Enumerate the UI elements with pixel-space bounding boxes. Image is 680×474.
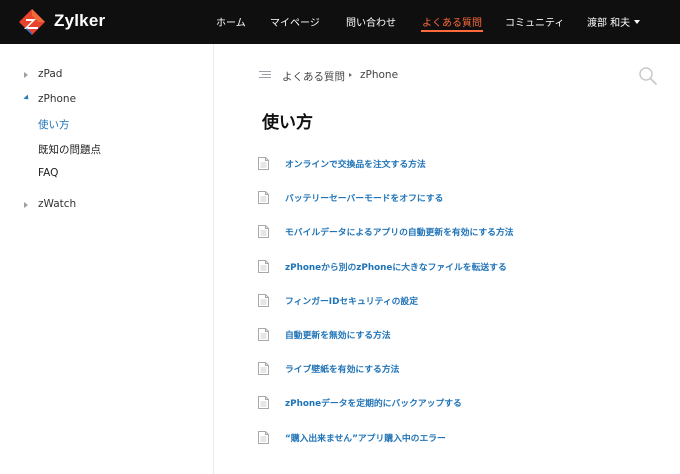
zylker-logo-icon[interactable]: [18, 8, 46, 36]
document-icon: [258, 260, 269, 273]
caret-down-icon: [634, 20, 641, 24]
article-item[interactable]: モバイルデータによるアプリの自動更新を有効にする方法: [258, 224, 658, 240]
document-icon: [258, 294, 269, 307]
breadcrumb-root[interactable]: よくある質問: [282, 69, 345, 84]
breadcrumb-separator-icon: [349, 73, 352, 77]
category-sidebar: [0, 44, 214, 474]
sidebar-subitem-usage[interactable]: 使い方: [38, 117, 70, 132]
article-item[interactable]: ライブ壁紙を有効にする方法: [258, 361, 658, 377]
sidebar-category-zphone[interactable]: zPhone: [38, 93, 76, 105]
article-item[interactable]: オンラインで交換品を注文する方法: [258, 156, 658, 172]
sidebar-subitem-faq[interactable]: FAQ: [38, 167, 58, 179]
article-item[interactable]: フィンガーIDセキュリティの設定: [258, 293, 658, 309]
nav-home[interactable]: ホーム: [216, 14, 246, 29]
nav-contact[interactable]: 問い合わせ: [346, 14, 396, 29]
article-link[interactable]: zPhoneから別のzPhoneに大きなファイルを転送する: [285, 260, 507, 273]
article-link[interactable]: 自動更新を無効にする方法: [285, 328, 391, 341]
document-icon: [258, 191, 269, 204]
list-icon: [259, 71, 271, 79]
article-item[interactable]: “購入出来ません”アプリ購入中のエラー: [258, 430, 658, 446]
article-item[interactable]: 自動更新を無効にする方法: [258, 327, 658, 343]
user-name: 渡部 和夫: [587, 18, 631, 29]
document-icon: [258, 396, 269, 409]
document-icon: [258, 225, 269, 238]
article-link[interactable]: フィンガーIDセキュリティの設定: [285, 294, 418, 307]
breadcrumb-current[interactable]: zPhone: [360, 69, 398, 81]
search-icon[interactable]: [638, 66, 658, 86]
chevron-right-icon[interactable]: [24, 72, 28, 78]
article-link[interactable]: ライブ壁紙を有効にする方法: [285, 362, 399, 375]
document-icon: [258, 157, 269, 170]
document-icon: [258, 328, 269, 341]
chevron-right-icon[interactable]: [24, 202, 28, 208]
article-link[interactable]: オンラインで交換品を注文する方法: [285, 157, 426, 170]
nav-community[interactable]: コミュニティ: [505, 14, 564, 29]
top-navigation-bar: Zylker ホーム マイページ 問い合わせ よくある質問 コミュニティ 渡部 …: [0, 0, 680, 44]
article-item[interactable]: zPhoneから別のzPhoneに大きなファイルを転送する: [258, 259, 658, 275]
article-link[interactable]: zPhoneデータを定期的にバックアップする: [285, 396, 462, 409]
sidebar-category-zwatch[interactable]: zWatch: [38, 198, 76, 210]
nav-faq[interactable]: よくある質問: [422, 14, 482, 29]
user-menu[interactable]: 渡部 和夫: [587, 14, 641, 29]
nav-my-page[interactable]: マイページ: [270, 14, 320, 29]
article-link[interactable]: バッテリーセーバーモードをオフにする: [285, 191, 443, 204]
article-link[interactable]: モバイルデータによるアプリの自動更新を有効にする方法: [285, 225, 514, 238]
brand-name[interactable]: Zylker: [54, 11, 105, 31]
document-icon: [258, 431, 269, 444]
sidebar-category-zpad[interactable]: zPad: [38, 68, 62, 80]
sidebar-subitem-known-issues[interactable]: 既知の問題点: [38, 142, 101, 157]
page-title: 使い方: [262, 113, 313, 133]
article-item[interactable]: バッテリーセーバーモードをオフにする: [258, 190, 658, 206]
active-nav-indicator: [421, 30, 483, 32]
document-icon: [258, 362, 269, 375]
article-link[interactable]: “購入出来ません”アプリ購入中のエラー: [285, 431, 446, 444]
article-item[interactable]: zPhoneデータを定期的にバックアップする: [258, 395, 658, 411]
